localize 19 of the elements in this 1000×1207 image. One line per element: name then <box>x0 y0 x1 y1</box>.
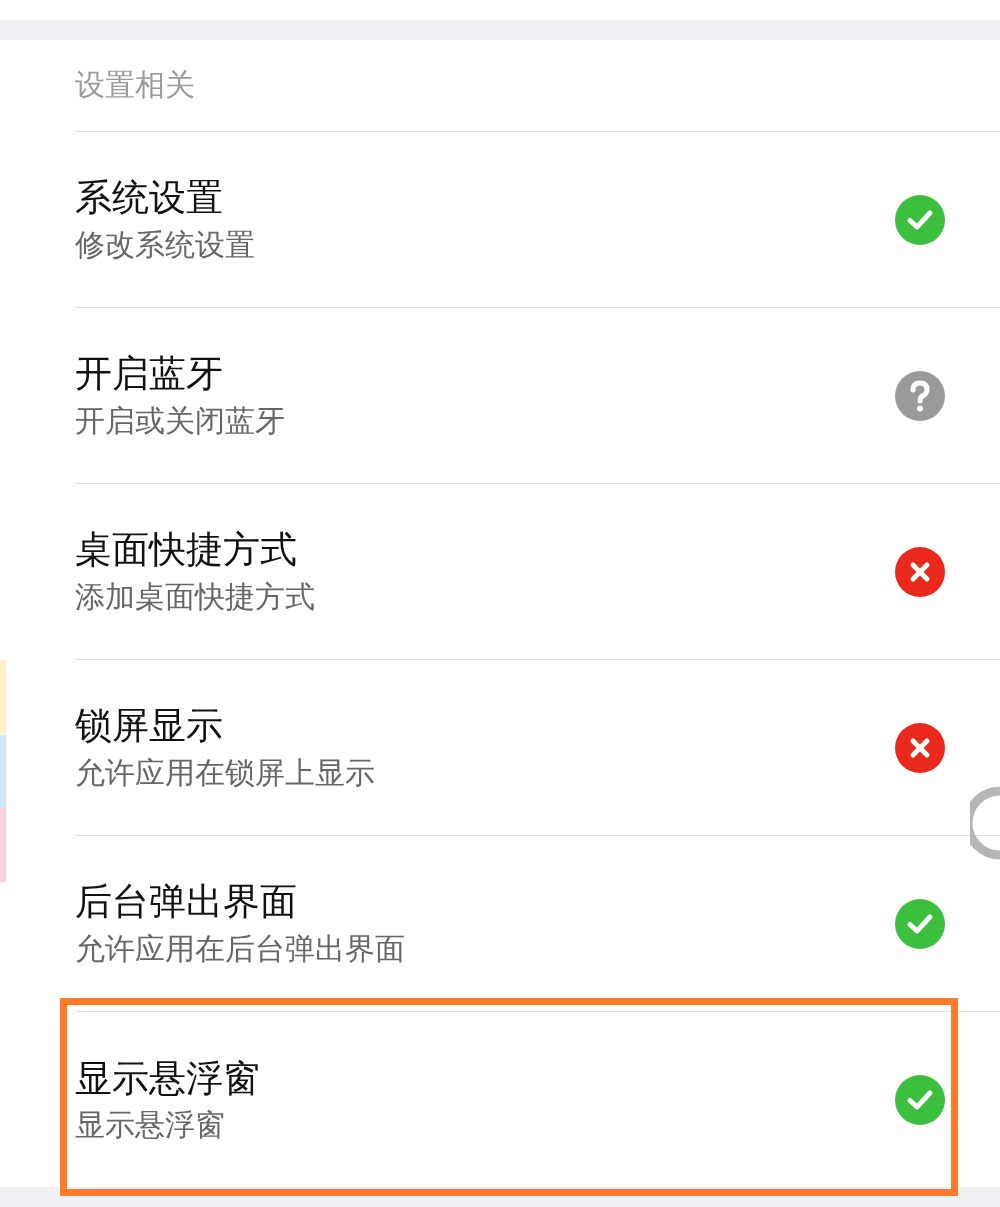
check-icon[interactable] <box>895 898 945 949</box>
cross-icon[interactable] <box>895 546 945 597</box>
permission-title: 后台弹出界面 <box>75 880 298 925</box>
permission-description: 修改系统设置 <box>75 226 255 263</box>
permission-title: 桌面快捷方式 <box>75 528 298 573</box>
permission-description: 允许应用在后台弹出界面 <box>75 930 405 967</box>
cross-icon[interactable] <box>895 722 945 773</box>
permission-description: 显示悬浮窗 <box>75 1107 226 1144</box>
permission-description: 添加桌面快捷方式 <box>75 578 315 615</box>
permission-title: 系统设置 <box>75 176 224 221</box>
permission-title: 显示悬浮窗 <box>75 1056 260 1102</box>
question-icon[interactable] <box>895 370 945 421</box>
check-icon[interactable] <box>895 1075 945 1125</box>
permission-description: 允许应用在锁屏上显示 <box>75 754 375 791</box>
section-header: 设置相关 <box>75 40 1000 132</box>
permission-title: 锁屏显示 <box>75 704 224 749</box>
permission-title: 开启蓝牙 <box>75 352 224 397</box>
check-icon[interactable] <box>895 194 945 245</box>
permission-description: 开启或关闭蓝牙 <box>75 402 285 439</box>
